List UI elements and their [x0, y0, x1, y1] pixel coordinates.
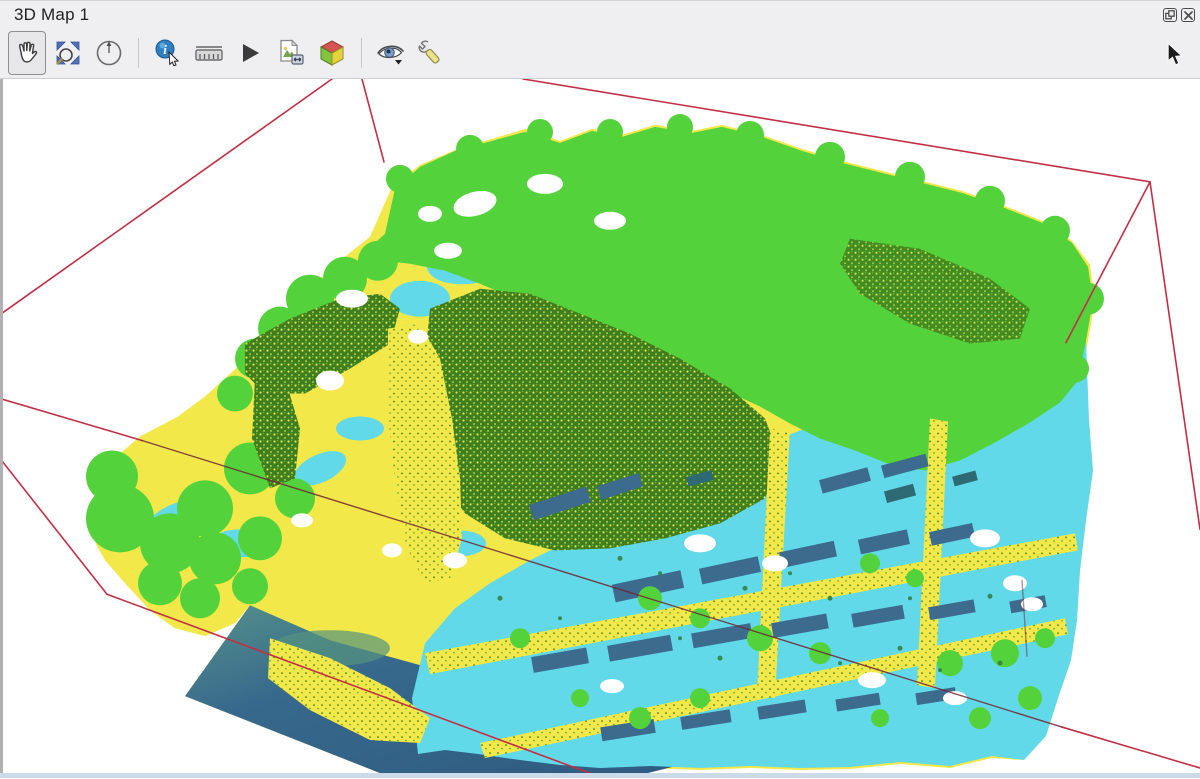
- toolbar-separator: [361, 38, 362, 68]
- toolbar-separator: [138, 38, 139, 68]
- identify-button[interactable]: i: [149, 31, 187, 75]
- zoom-full-button[interactable]: [49, 31, 87, 75]
- mouse-cursor-icon: [1166, 42, 1184, 73]
- pan-button[interactable]: [8, 31, 46, 75]
- undock-button[interactable]: [1163, 8, 1177, 22]
- 3d-viewport[interactable]: [0, 79, 1200, 778]
- qgis-3d-map-window: { "window": { "title": "3D Map 1", "cont…: [0, 0, 1200, 779]
- export-3d-button[interactable]: [313, 31, 351, 75]
- close-icon: [1184, 11, 1193, 20]
- configure-button[interactable]: [413, 31, 451, 75]
- camera-rotation-icon: [94, 38, 124, 68]
- titlebar[interactable]: 3D Map 1: [0, 0, 1200, 28]
- window-controls: [1163, 8, 1195, 22]
- close-button[interactable]: [1181, 8, 1195, 22]
- viewport-bottom-edge[interactable]: [0, 773, 1200, 778]
- animation-button[interactable]: [231, 31, 269, 75]
- toolbar: i: [0, 28, 1200, 79]
- pan-hand-icon: [14, 39, 40, 67]
- eye-icon: [375, 39, 407, 67]
- wrench-icon: [417, 38, 447, 68]
- zoom-full-extent-icon: [54, 39, 82, 67]
- undock-icon: [1165, 10, 1175, 20]
- svg-text:i: i: [163, 42, 167, 57]
- viewport-left-frame: [0, 79, 3, 778]
- identify-icon: i: [153, 38, 183, 68]
- play-icon: [238, 41, 262, 65]
- measure-ruler-icon: [193, 40, 225, 66]
- 3d-scene[interactable]: [0, 79, 1200, 778]
- camera-rotation-button[interactable]: [90, 31, 128, 75]
- window-title: 3D Map 1: [14, 5, 89, 25]
- export-image-icon: [276, 38, 306, 68]
- cube-3d-icon: [317, 38, 347, 68]
- save-image-button[interactable]: [272, 31, 310, 75]
- effects-button[interactable]: [372, 31, 410, 75]
- measure-button[interactable]: [190, 31, 228, 75]
